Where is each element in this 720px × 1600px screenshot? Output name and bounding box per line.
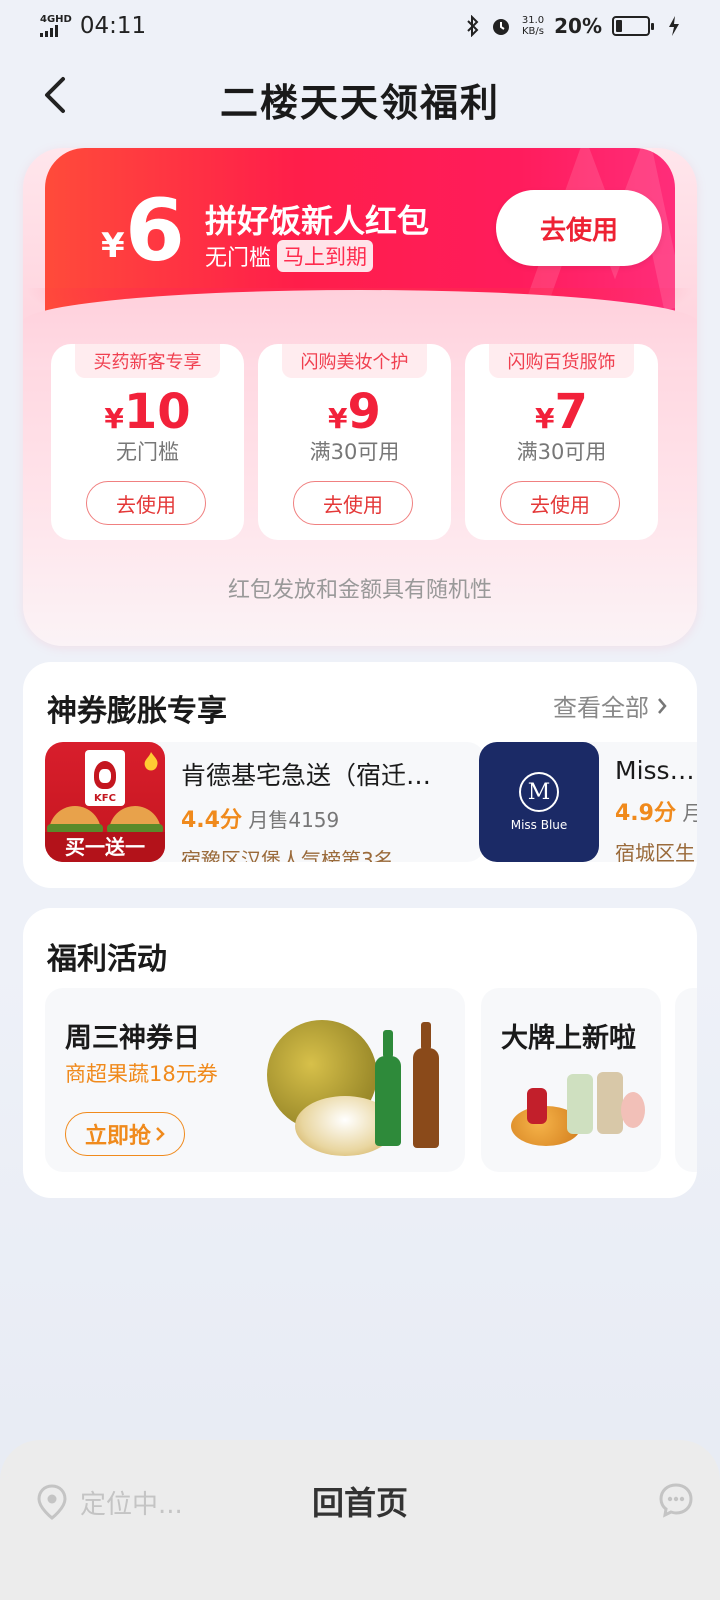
shop-card-kfc[interactable]: KFC 买一送一 肯德基宅急送（宿迁… 4.4分 月售4159 宿豫区汉堡人气榜… — [45, 742, 485, 862]
signal-icon — [40, 25, 72, 37]
battery-percent: 20% — [554, 14, 602, 38]
coupon-condition: 满30可用 — [309, 440, 400, 464]
home-button[interactable]: 回首页 — [0, 1478, 720, 1524]
packet-use-button[interactable]: 去使用 — [496, 190, 662, 266]
charging-icon — [669, 16, 679, 36]
promo-banner: 买一送一 — [45, 832, 165, 862]
shop-meta: 4.9分 月售 — [615, 795, 697, 827]
network-indicator: 4GHD — [40, 15, 72, 37]
chevron-right-icon — [156, 1127, 165, 1141]
packet-currency: ¥ — [101, 226, 125, 266]
promo-card-wednesday[interactable]: 周三神券日 商超果蔬18元券 立即抢 — [45, 988, 465, 1172]
network-speed: 31.0 KB/s — [521, 15, 545, 37]
promo-title: 周三神券日 — [65, 1023, 200, 1054]
network-type: 4GHD — [40, 14, 72, 25]
shop-rank: 宿城区生 — [615, 841, 695, 862]
coupon-use-button[interactable]: 去使用 — [500, 481, 620, 525]
status-right: 31.0 KB/s 20% — [466, 14, 680, 38]
packet-subtitle: 无门槛 马上到期 — [205, 240, 374, 272]
coupon-amount: ¥10 — [104, 384, 191, 440]
coupon-section: 神券膨胀专享 查看全部 KFC 买一送一 肯德基宅急送（宿迁… 4.4分 月售4… — [23, 662, 697, 888]
clock: 04:11 — [79, 13, 147, 39]
alarm-icon — [492, 19, 509, 35]
view-all-link[interactable]: 查看全部 — [553, 688, 667, 723]
promo-card-new-brands[interactable]: 大牌上新啦 — [481, 988, 661, 1172]
packet-title: 拼好饭新人红包 — [205, 202, 430, 240]
chat-icon[interactable] — [658, 1482, 694, 1518]
bluetooth-icon — [467, 15, 479, 37]
grab-button[interactable]: 立即抢 — [65, 1112, 185, 1156]
shop-score: 4.9分 — [615, 801, 676, 826]
packet-threshold: 无门槛 — [205, 246, 272, 271]
status-bar: 4GHD 04:11 31.0 KB/s 20% — [0, 0, 720, 52]
coupon-amount: ¥9 — [328, 384, 381, 440]
coupon-use-button[interactable]: 去使用 — [293, 481, 413, 525]
shop-info: 肯德基宅急送（宿迁… 4.4分 月售4159 宿豫区汉堡人气榜第3名 — [165, 742, 485, 862]
logo-text: Miss Blue — [510, 818, 568, 832]
shop-thumbnail: KFC 买一送一 — [45, 742, 165, 862]
shop-card-missblue[interactable]: M Miss Blue MissBlue 4.9分 月售 宿城区生 — [479, 742, 697, 862]
coupon-tag: 买药新客专享 — [75, 344, 220, 378]
coupon-tag: 闪购美妆个护 — [282, 344, 427, 378]
shop-name: 肯德基宅急送（宿迁… — [181, 761, 432, 790]
coupon-card-goods: 闪购百货服饰 ¥7 满30可用 去使用 — [465, 344, 658, 540]
shop-score: 4.4分 — [181, 808, 242, 833]
battery-fill — [616, 20, 622, 32]
fire-icon — [144, 752, 158, 771]
shop-rank: 宿豫区汉堡人气榜第3名 — [181, 848, 394, 862]
packet-amount: 6 — [125, 181, 185, 281]
activity-section: 福利活动 周三神券日 商超果蔬18元券 立即抢 大牌上新啦 — [23, 908, 697, 1198]
expire-badge: 马上到期 — [277, 240, 374, 272]
page-header: 二楼天天领福利 — [0, 60, 720, 132]
shop-name: MissBlue — [615, 756, 697, 785]
kfc-logo: KFC — [85, 750, 125, 806]
bottom-bar: 定位中... 回首页 — [0, 1440, 720, 1600]
promo-title: 大牌上新啦 — [501, 1023, 636, 1054]
shop-sales: 月售4159 — [248, 808, 340, 832]
section-title: 神券膨胀专享 — [47, 694, 227, 729]
red-packet-card: ¥ 6 拼好饭新人红包 无门槛 马上到期 去使用 买药新客专享 ¥10 无门槛 … — [23, 148, 697, 646]
section-title: 福利活动 — [47, 942, 167, 977]
page-title: 二楼天天领福利 — [219, 81, 500, 125]
battery-icon — [612, 16, 654, 36]
coupon-condition: 无门槛 — [116, 440, 179, 464]
coupon-amount: ¥7 — [535, 384, 588, 440]
missblue-logo: M — [519, 772, 559, 812]
promo-subtitle: 商超果蔬18元券 — [65, 1062, 218, 1086]
status-left: 4GHD 04:11 — [40, 13, 146, 39]
packet-note: 红包发放和金额具有随机性 — [227, 578, 492, 603]
coupon-use-button[interactable]: 去使用 — [86, 481, 206, 525]
coupon-card-beauty: 闪购美妆个护 ¥9 满30可用 去使用 — [258, 344, 451, 540]
shop-thumbnail: M Miss Blue — [479, 742, 599, 862]
chevron-right-icon — [658, 697, 667, 714]
shop-meta: 4.4分 月售4159 — [181, 802, 469, 834]
shop-info: MissBlue 4.9分 月售 宿城区生 — [599, 742, 697, 862]
coupon-card-medicine: 买药新客专享 ¥10 无门槛 去使用 — [51, 344, 244, 540]
view-all-label: 查看全部 — [553, 694, 649, 722]
shop-sales: 月售 — [682, 801, 697, 825]
promo-card-partial[interactable] — [675, 988, 697, 1172]
coupon-condition: 满30可用 — [516, 440, 607, 464]
coupon-tag: 闪购百货服饰 — [489, 344, 634, 378]
